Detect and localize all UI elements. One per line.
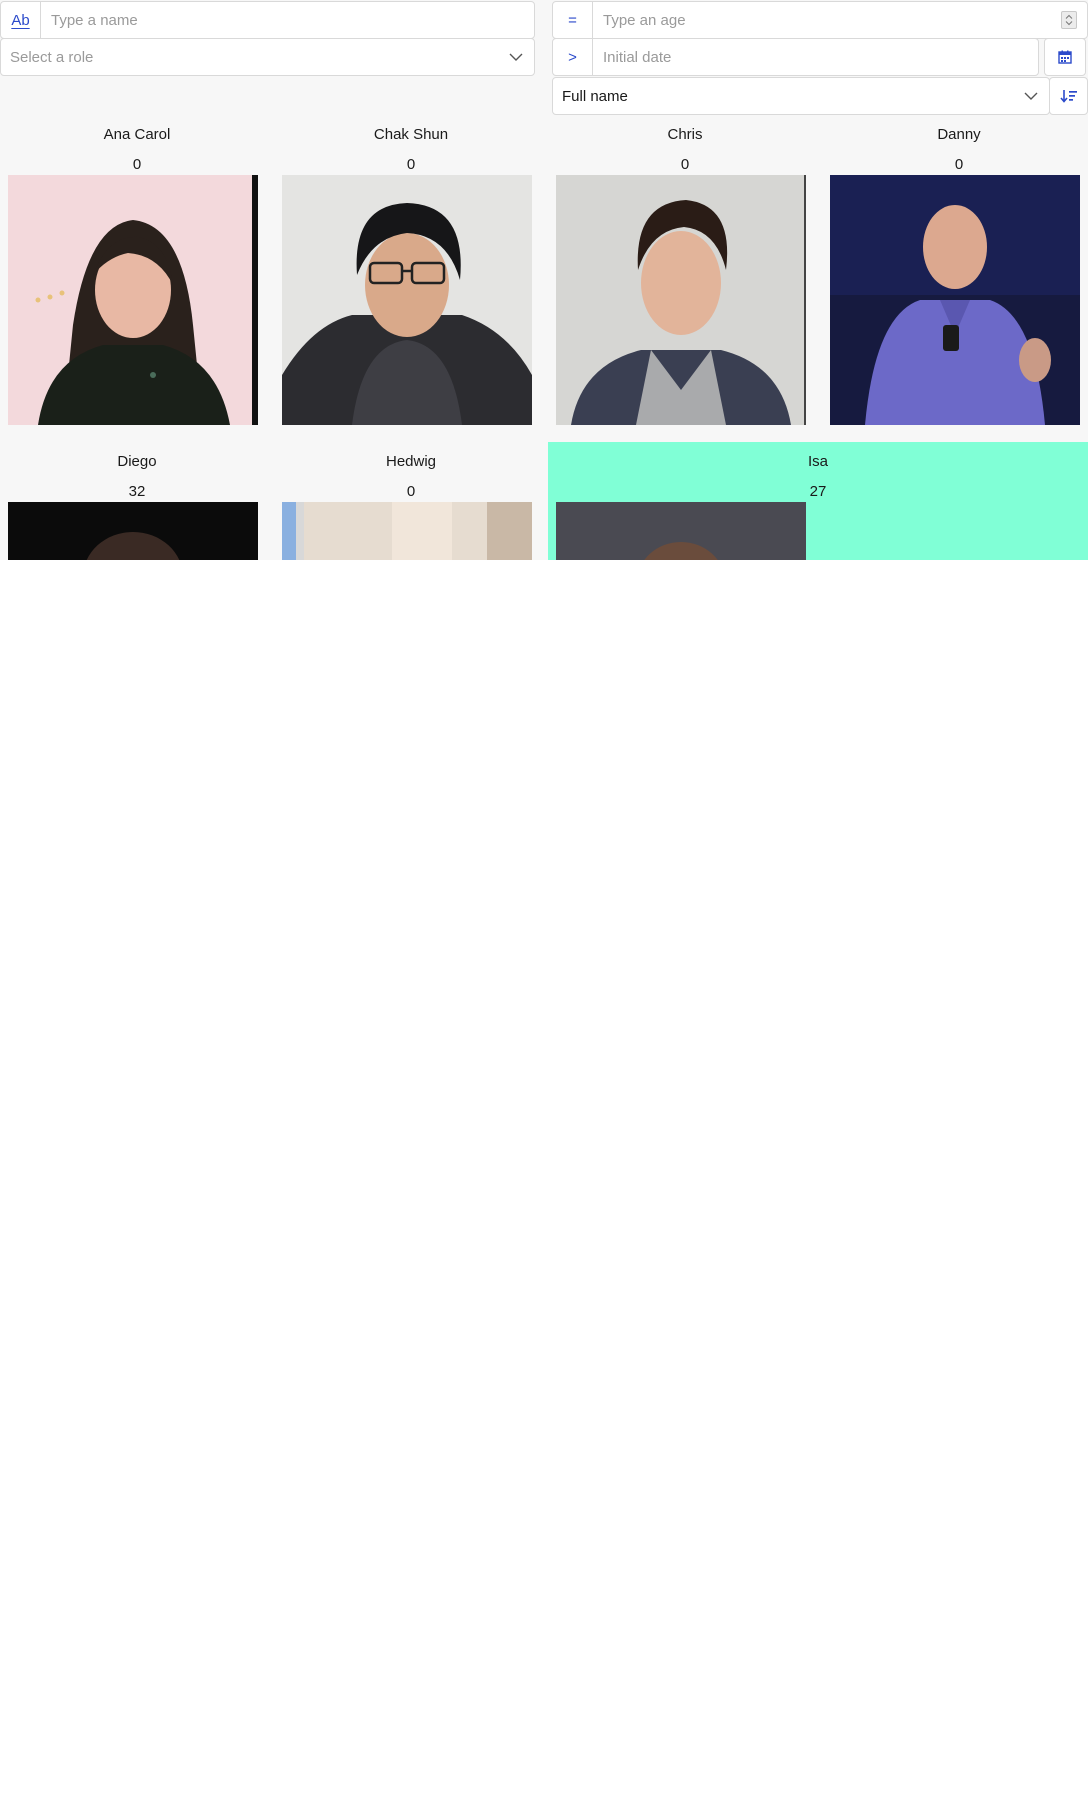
person-photo <box>282 175 532 425</box>
initial-date-input[interactable] <box>593 39 1038 75</box>
sort-select[interactable]: Full name <box>552 77 1050 115</box>
sort-select-value: Full name <box>562 87 628 105</box>
date-comparison-button[interactable]: > <box>553 39 593 75</box>
person-photo <box>556 175 806 425</box>
calendar-button[interactable] <box>1044 38 1086 76</box>
person-name: Chak Shun <box>373 126 449 143</box>
name-search-input[interactable] <box>41 2 534 38</box>
viewport-clip <box>0 560 1088 1793</box>
sort-direction-button[interactable] <box>1049 77 1088 115</box>
role-select[interactable]: Select a role <box>0 38 535 76</box>
person-card[interactable]: Ana Carol 0 <box>0 115 274 442</box>
people-browser: Ab Select a role = > <box>0 0 1088 769</box>
person-card[interactable]: Chris 0 <box>548 115 822 442</box>
age-comparison-button[interactable]: = <box>553 2 593 38</box>
person-name: Hedwig <box>385 453 437 470</box>
text-match-mode-button[interactable]: Ab <box>1 2 41 38</box>
calendar-icon <box>1058 50 1072 64</box>
person-age: 0 <box>132 156 142 173</box>
chevron-down-icon <box>498 39 534 75</box>
role-select-placeholder: Select a role <box>10 48 94 66</box>
person-name: Ana Carol <box>103 126 171 143</box>
name-filter: Ab <box>0 1 535 39</box>
age-stepper[interactable] <box>1061 11 1077 29</box>
person-age: 0 <box>954 156 964 173</box>
person-card[interactable]: Danny 0 <box>822 115 1088 442</box>
chevron-down-icon <box>1013 78 1049 114</box>
stepper-arrows-icon <box>1065 14 1073 26</box>
age-input[interactable] <box>593 2 1061 38</box>
sort-descending-icon <box>1059 90 1077 103</box>
person-name: Chris <box>667 126 703 143</box>
person-name: Danny <box>937 126 981 143</box>
person-photo <box>8 175 258 425</box>
person-age: 0 <box>406 483 416 500</box>
person-age: 27 <box>809 483 827 500</box>
person-photo <box>830 175 1080 425</box>
person-age: 32 <box>128 483 146 500</box>
person-name: Diego <box>117 453 157 470</box>
person-name: Isa <box>807 453 828 470</box>
date-filter: > <box>552 38 1039 76</box>
person-age: 0 <box>680 156 690 173</box>
person-card[interactable]: Chak Shun 0 <box>274 115 548 442</box>
age-filter: = <box>552 1 1088 39</box>
person-age: 0 <box>406 156 416 173</box>
